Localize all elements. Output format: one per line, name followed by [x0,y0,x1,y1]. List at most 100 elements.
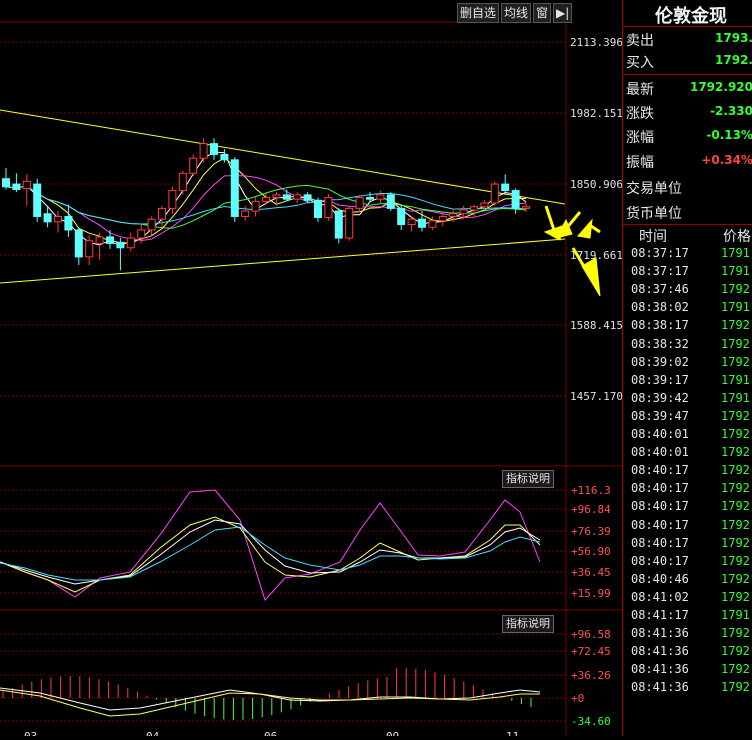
candle-up [438,215,447,222]
divider [623,74,752,75]
date-axis-label: 06 [264,730,277,736]
indicator1-help-button[interactable]: 指标说明 [502,470,554,488]
tick-price: 1792.5 [721,336,752,351]
tick-time: 08:40:01 [631,427,689,441]
tick-row: 08:38:32 1792.5 [623,336,752,354]
candle-down [334,210,343,239]
tick-row: 08:37:46 1792.1 [623,281,752,299]
candle-up [262,197,270,202]
tick-row: 08:40:17 1792.1 [623,535,752,553]
divider [623,224,752,225]
candle-up [490,183,499,204]
instrument-title: 伦敦金现 [655,6,727,27]
moving-average-button[interactable]: 均线 [501,3,532,23]
price-axis-label: 2113.396 [570,36,622,49]
kline-chart-area[interactable]: 2113.396 1982.151 1850.906 1719.661 1588.415… [0,0,623,740]
date-axis-label: 04 [146,730,160,736]
tick-price: 1792.1 [721,463,752,478]
candle-up [137,229,146,239]
tick-price: 1792.1 [721,354,752,369]
candle-up [54,215,62,223]
tick-row: 08:40:17 1792.1 [623,498,752,516]
tick-price: 1792.6 [721,571,752,586]
tick-price: 1792.9 [721,644,752,659]
tick-price: 1792.1 [721,499,752,514]
tick-time: 08:37:17 [631,246,689,260]
candle-up [178,172,187,192]
tick-price: 1791.2 [721,246,752,260]
tick-price: 1791.9 [721,300,752,315]
tick-price: 1792.1 [721,535,752,550]
candle-down [210,143,218,155]
time-column-header: 时间 [639,229,667,245]
tick-price: 1792.9 [721,680,752,695]
tick-row: 08:37:17 1791.8 [623,263,752,281]
candle-down [230,159,239,217]
tick-time: 08:41:36 [631,662,689,677]
candle-up [293,194,302,200]
candle-down [33,183,42,217]
candle-up [241,210,250,217]
price-axis-label: 1719.661 [570,249,622,262]
candle-up [189,157,198,174]
change-pct-value: -0.13% [706,128,752,142]
indicator2-axis-label: -34.60 [571,715,611,728]
indicator1-axis-label: +76.39 [571,525,611,538]
quote-panel: 伦敦金现 卖出 1793. 买入 1792. 最新 1792.920 涨跌 -2… [622,0,752,736]
tick-row: 08:41:36 1792.3 [623,625,752,643]
candle-up [324,197,333,219]
trading-app: 2113.396 1982.151 1850.906 1719.661 1588.415… [0,0,752,740]
tick-time: 08:37:46 [631,282,689,297]
tick-row: 08:41:17 1791.9 [623,607,752,625]
tick-time: 08:40:01 [631,445,689,460]
tick-time: 08:40:17 [631,463,689,478]
change-pct-label: 涨幅 [626,130,654,146]
indicator2-axis-label: +36.26 [571,669,611,682]
window-button[interactable]: 窗 [533,3,552,23]
amplitude-label: 振幅 [626,155,654,171]
tick-time: 08:39:02 [631,354,689,369]
tick-time: 08:41:17 [631,608,689,622]
candle-up [355,197,364,209]
change-pct-row: 涨幅 -0.13% [623,125,752,147]
price-axis-label: 1588.415 [570,319,622,332]
candle-up [147,218,156,231]
chart-toolbar: 删自选 均线 窗 ▶| [457,3,574,23]
price-axis-label: 1457.170 [570,390,622,403]
tick-row: 08:38:02 1791.9 [623,299,752,317]
tick-row: 08:41:36 1792.9 [623,679,752,697]
tick-price: 1792.2 [721,445,752,460]
tick-price: 1792.2 [721,427,752,441]
indicator2-help-button[interactable]: 指标说明 [502,615,554,633]
candle-down [418,218,426,228]
bid-label: 买入 [626,55,654,71]
candle-down [74,229,83,258]
amplitude-value: +0.34% [701,153,752,167]
indicator2-axis-label: +0 [571,692,584,705]
tick-row: 08:41:02 1792.1 [623,589,752,607]
ask-row: 卖出 1793. [623,28,752,50]
tick-time: 08:38:32 [631,336,689,351]
date-axis-label: 09 [386,730,399,736]
collapse-panel-button[interactable]: ▶| [553,3,573,23]
tick-time: 08:38:17 [631,318,689,333]
trade-unit-row: 交易单位 [623,176,752,198]
candle-up [272,194,281,199]
tick-row: 08:39:02 1792.1 [623,354,752,372]
tick-row: 08:40:46 1792.6 [623,571,752,589]
tick-row: 08:40:17 1792.1 [623,462,752,480]
indicator1-axis-label: +116.3 [571,484,611,497]
ask-label: 卖出 [626,33,654,49]
indicator1-axis-label: +36.45 [571,566,611,579]
candle-down [2,178,10,188]
indicator1-axis-label: +56.90 [571,545,611,558]
tick-price: 1792.5 [721,408,752,423]
tick-row: 08:40:17 1792.3 [623,480,752,498]
candle-down [303,194,312,201]
candle-up [407,218,416,226]
candle-up [376,194,385,200]
bid-value: 1792. [715,53,752,67]
change-label: 涨跌 [626,106,654,122]
tick-row: 08:39:47 1792.5 [623,408,752,426]
delete-watchlist-button[interactable]: 删自选 [457,3,500,23]
